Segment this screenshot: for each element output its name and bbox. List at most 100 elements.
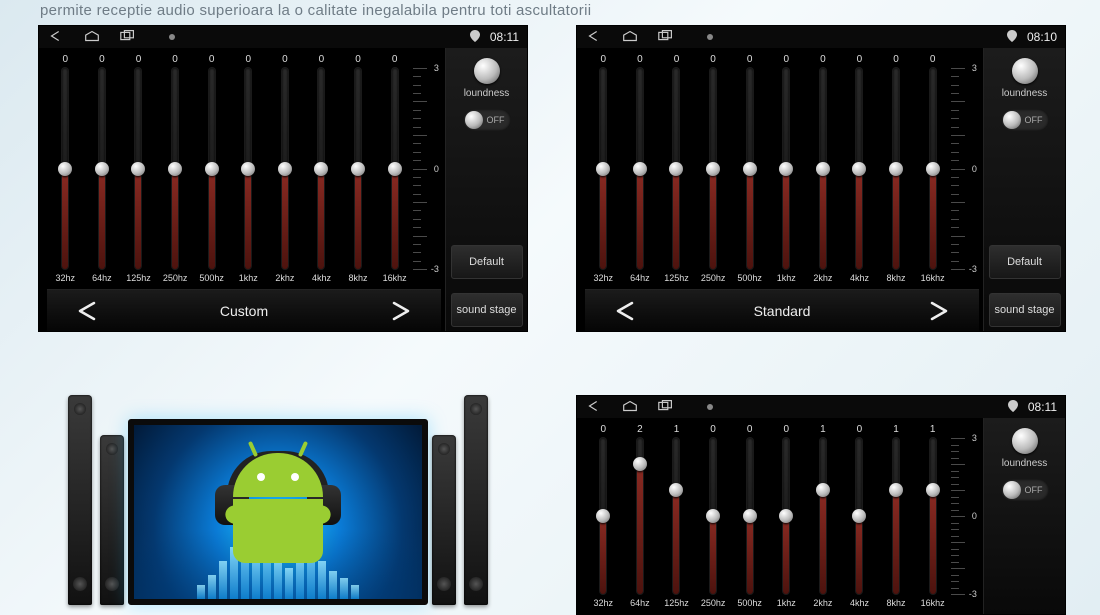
slider-thumb-icon[interactable] <box>131 162 145 176</box>
eq-slider[interactable] <box>820 68 826 269</box>
eq-slider[interactable] <box>172 68 178 269</box>
eq-slider[interactable] <box>392 68 398 269</box>
slider-thumb-icon[interactable] <box>388 162 402 176</box>
slider-thumb-icon[interactable] <box>852 509 866 523</box>
recent-apps-icon[interactable] <box>657 399 675 416</box>
slider-thumb-icon[interactable] <box>889 162 903 176</box>
eq-band: 032hz <box>47 54 84 289</box>
eq-slider[interactable] <box>282 68 288 269</box>
eq-slider[interactable] <box>318 68 324 269</box>
eq-slider[interactable] <box>930 68 936 269</box>
loudness-toggle[interactable]: OFF <box>1001 109 1049 131</box>
preset-prev-button[interactable] <box>57 296 117 326</box>
eq-slider[interactable] <box>135 68 141 269</box>
sound-stage-button[interactable]: sound stage <box>989 293 1061 327</box>
slider-thumb-icon[interactable] <box>779 162 793 176</box>
recent-apps-icon[interactable] <box>119 29 137 46</box>
eq-slider[interactable] <box>820 438 826 594</box>
loudness-control[interactable]: loundness <box>464 58 510 99</box>
android-mascot-icon <box>208 453 348 583</box>
slider-thumb-icon[interactable] <box>633 162 647 176</box>
band-freq-label: 500hz <box>199 273 224 289</box>
slider-thumb-icon[interactable] <box>205 162 219 176</box>
slider-thumb-icon[interactable] <box>596 509 610 523</box>
loudness-toggle[interactable]: OFF <box>463 109 511 131</box>
loudness-knob-icon[interactable] <box>474 58 500 84</box>
slider-thumb-icon[interactable] <box>241 162 255 176</box>
preset-prev-button[interactable] <box>595 296 655 326</box>
loudness-knob-icon[interactable] <box>1012 58 1038 84</box>
eq-band: 02khz <box>267 54 304 289</box>
recent-apps-icon[interactable] <box>657 29 675 46</box>
eq-slider[interactable] <box>637 68 643 269</box>
eq-slider[interactable] <box>673 438 679 594</box>
eq-slider[interactable] <box>245 68 251 269</box>
eq-slider[interactable] <box>62 68 68 269</box>
eq-slider[interactable] <box>710 68 716 269</box>
eq-slider[interactable] <box>209 68 215 269</box>
eq-slider[interactable] <box>783 438 789 594</box>
eq-slider[interactable] <box>856 438 862 594</box>
eq-slider[interactable] <box>893 68 899 269</box>
slider-thumb-icon[interactable] <box>816 162 830 176</box>
home-icon[interactable] <box>83 29 101 46</box>
loudness-knob-icon[interactable] <box>1012 428 1038 454</box>
loudness-toggle[interactable]: OFF <box>1001 479 1049 501</box>
slider-thumb-icon[interactable] <box>669 483 683 497</box>
band-value: 0 <box>783 54 789 68</box>
band-freq-label: 1khz <box>239 273 258 289</box>
eq-slider[interactable] <box>930 438 936 594</box>
slider-thumb-icon[interactable] <box>669 162 683 176</box>
slider-thumb-icon[interactable] <box>779 509 793 523</box>
back-icon[interactable] <box>47 29 65 46</box>
back-icon[interactable] <box>585 399 603 416</box>
slider-thumb-icon[interactable] <box>95 162 109 176</box>
slider-thumb-icon[interactable] <box>58 162 72 176</box>
band-freq-label: 125hz <box>664 598 689 614</box>
slider-thumb-icon[interactable] <box>596 162 610 176</box>
eq-slider[interactable] <box>747 438 753 594</box>
home-icon[interactable] <box>621 399 639 416</box>
slider-thumb-icon[interactable] <box>706 162 720 176</box>
slider-thumb-icon[interactable] <box>743 509 757 523</box>
slider-thumb-icon[interactable] <box>314 162 328 176</box>
eq-bands: 032hz064hz0125hz0250hz0500hz01khz02khz04… <box>47 54 441 289</box>
band-freq-label: 8khz <box>887 598 906 614</box>
slider-thumb-icon[interactable] <box>852 162 866 176</box>
home-icon[interactable] <box>621 29 639 46</box>
eq-slider[interactable] <box>856 68 862 269</box>
eq-slider[interactable] <box>673 68 679 269</box>
eq-slider[interactable] <box>747 68 753 269</box>
slider-thumb-icon[interactable] <box>168 162 182 176</box>
back-icon[interactable] <box>585 29 603 46</box>
slider-thumb-icon[interactable] <box>926 483 940 497</box>
eq-slider[interactable] <box>600 438 606 594</box>
nav-icons <box>47 29 175 46</box>
eq-slider[interactable] <box>710 438 716 594</box>
slider-thumb-icon[interactable] <box>889 483 903 497</box>
band-value: 0 <box>930 54 936 68</box>
slider-thumb-icon[interactable] <box>706 509 720 523</box>
eq-band: 02khz <box>805 54 842 289</box>
slider-thumb-icon[interactable] <box>351 162 365 176</box>
eq-slider[interactable] <box>600 68 606 269</box>
band-freq-label: 2khz <box>813 273 832 289</box>
loudness-control[interactable]: loundness <box>1002 428 1048 469</box>
slider-thumb-icon[interactable] <box>278 162 292 176</box>
slider-thumb-icon[interactable] <box>743 162 757 176</box>
eq-slider[interactable] <box>355 68 361 269</box>
preset-next-button[interactable] <box>371 296 431 326</box>
loudness-control[interactable]: loundness <box>1002 58 1048 99</box>
eq-slider[interactable] <box>783 68 789 269</box>
eq-slider[interactable] <box>637 438 643 594</box>
slider-thumb-icon[interactable] <box>926 162 940 176</box>
preset-next-button[interactable] <box>909 296 969 326</box>
eq-slider[interactable] <box>893 438 899 594</box>
sound-stage-button[interactable]: sound stage <box>451 293 523 327</box>
slider-thumb-icon[interactable] <box>633 457 647 471</box>
eq-slider[interactable] <box>99 68 105 269</box>
default-button[interactable]: Default <box>989 245 1061 279</box>
default-button[interactable]: Default <box>451 245 523 279</box>
slider-thumb-icon[interactable] <box>816 483 830 497</box>
band-value: 0 <box>282 54 288 68</box>
